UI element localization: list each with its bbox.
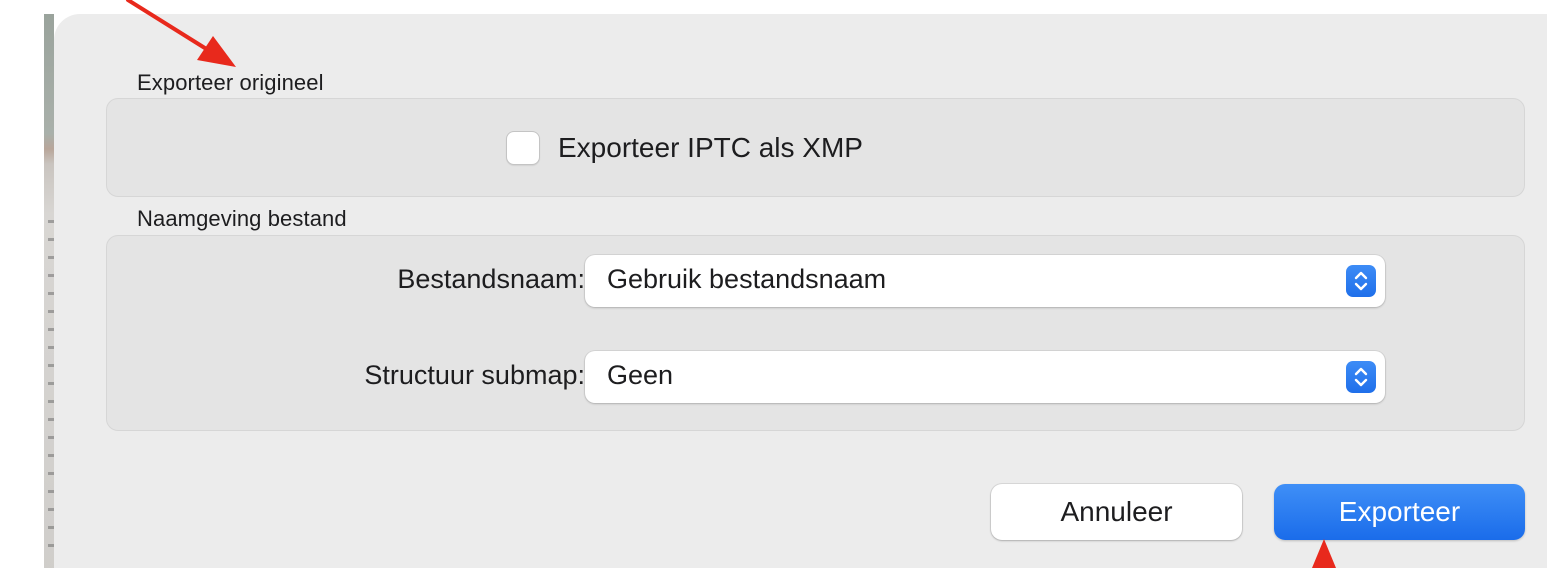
background-window: [0, 0, 62, 568]
cancel-button[interactable]: Annuleer: [991, 484, 1242, 540]
export-button[interactable]: Exporteer: [1274, 484, 1525, 540]
iptc-xmp-checkbox-label[interactable]: Exporteer IPTC als XMP: [558, 132, 863, 164]
screen: Exporteer origineel Exporteer IPTC als X…: [0, 0, 1547, 568]
chevron-up-down-icon: [1346, 361, 1376, 393]
chevron-up-down-icon: [1346, 265, 1376, 297]
subfolder-structure-popup-value: Geen: [607, 360, 674, 390]
filename-popup[interactable]: Gebruik bestandsnaam: [585, 255, 1385, 307]
export-original-heading: Exporteer origineel: [137, 70, 324, 95]
filename-popup-value: Gebruik bestandsnaam: [607, 264, 887, 294]
subfolder-structure-popup[interactable]: Geen: [585, 351, 1385, 403]
iptc-xmp-option[interactable]: Exporteer IPTC als XMP: [506, 131, 863, 165]
file-naming-heading: Naamgeving bestand: [137, 206, 347, 231]
export-dialog: Exporteer origineel Exporteer IPTC als X…: [54, 14, 1547, 568]
subfolder-row: Structuur submap: Geen: [54, 351, 1547, 403]
filename-row: Bestandsnaam: Gebruik bestandsnaam: [54, 255, 1547, 307]
subfolder-structure-label: Structuur submap:: [364, 360, 585, 390]
filename-label: Bestandsnaam:: [397, 264, 585, 294]
iptc-xmp-checkbox[interactable]: [506, 131, 540, 165]
